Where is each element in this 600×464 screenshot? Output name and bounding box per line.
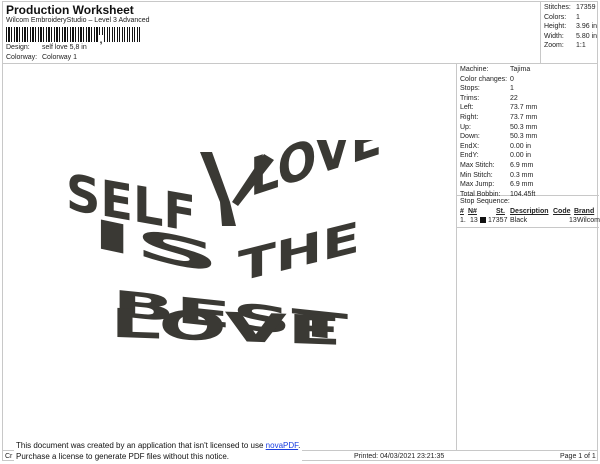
- detail-label: Total Bobbin:: [460, 190, 501, 198]
- detail-label: Max Jump:: [460, 181, 495, 189]
- detail-value: Tajima: [510, 66, 531, 73]
- divider: [457, 227, 599, 228]
- barcode-part2: [104, 27, 140, 42]
- detail-label: Stops:: [460, 85, 480, 93]
- detail-value: 104.45ft: [510, 190, 536, 198]
- detail-value: 0.3 mm: [510, 171, 534, 179]
- detail-value: 1: [510, 85, 514, 93]
- row-needle: 13: [470, 217, 478, 224]
- word-love-bottom: LOVE: [110, 301, 342, 355]
- color-swatch: [480, 217, 486, 223]
- detail-label: Min Stitch:: [460, 171, 493, 179]
- stat-value: 1: [576, 13, 580, 21]
- row-description: Black: [510, 217, 528, 224]
- row-brand: Wilcom: [577, 217, 600, 224]
- detail-value: 73.7 mm: [510, 114, 538, 121]
- stat-label: Stitches:: [544, 4, 571, 11]
- detail-value: 0.00 in: [510, 142, 532, 150]
- col-num: #: [460, 208, 464, 215]
- row-code: 13: [569, 217, 577, 224]
- stop-sequence-title: Stop Sequence:: [460, 198, 510, 205]
- detail-value: 0: [510, 75, 514, 83]
- detail-label: Trims:: [460, 94, 480, 102]
- detail-label: Machine:: [460, 66, 489, 73]
- notice-line2: Purchase a license to generate PDF files…: [16, 452, 229, 461]
- stat-label: Width:: [544, 32, 564, 40]
- col-brand: Brand: [574, 208, 595, 215]
- stats-box: Stitches: 17359 Colors: 1 Height: 3.96 in Widt…: [540, 1, 598, 64]
- header: Production Worksheet Wilcom EmbroiderySt…: [2, 1, 598, 64]
- stat-value: 3.96 in: [576, 23, 598, 31]
- word-the: THE: [238, 213, 360, 293]
- design-field: Design: self love 5,8 in: [6, 44, 87, 51]
- detail-value: 22: [510, 94, 518, 102]
- detail-label: EndX:: [460, 142, 480, 150]
- word-love-top: LOVE: [250, 140, 382, 209]
- row-stitches: 17357: [488, 217, 508, 224]
- stat-label: Height:: [544, 23, 567, 31]
- detail-label: Right:: [460, 114, 479, 121]
- stat-value: 17359: [576, 4, 596, 11]
- colorway-label: Colorway:: [6, 54, 38, 61]
- detail-value: 6.9 mm: [510, 162, 534, 169]
- detail-value: 50.3 mm: [510, 133, 538, 141]
- detail-value: 73.7 mm: [510, 104, 538, 112]
- page-title: Production Worksheet: [6, 3, 134, 17]
- colorway-field: Colorway: Colorway 1: [6, 54, 77, 61]
- col-description: Description: [510, 208, 549, 215]
- notice-period: .: [298, 441, 301, 450]
- stat-value: 1:1: [576, 42, 586, 50]
- row-num: 1.: [460, 217, 466, 224]
- app-name: Wilcom EmbroideryStudio – Level 3 Advanc…: [6, 17, 150, 24]
- detail-value: 6.9 mm: [510, 181, 534, 189]
- notice-line1: This document was created by an applicat…: [16, 441, 266, 450]
- detail-label: Color changes:: [460, 75, 508, 83]
- stat-label: Zoom:: [544, 42, 564, 50]
- butterfly-antenna-left: [200, 152, 236, 226]
- col-code: Code: [553, 208, 571, 215]
- embroidery-design-preview: SELF LOVE IS THE BEST LOVE: [66, 140, 382, 355]
- printed-timestamp: Printed: 04/03/2021 23:21:35: [354, 453, 445, 460]
- design-value: self love 5,8 in: [42, 44, 87, 51]
- detail-label: Up:: [460, 123, 471, 131]
- detail-value: 0.00 in: [510, 152, 532, 160]
- detail-label: Max Stitch:: [460, 162, 495, 169]
- stat-label: Colors:: [544, 13, 567, 21]
- page-number: Page 1 of 1: [560, 453, 596, 460]
- detail-label: EndY:: [460, 152, 479, 160]
- license-notice: This document was created by an applicat…: [14, 440, 303, 462]
- detail-value: 50.3 mm: [510, 123, 538, 131]
- col-stitches: St.: [496, 208, 505, 215]
- design-label: Design:: [6, 44, 30, 51]
- detail-label: Left:: [460, 104, 474, 112]
- footer-left: Cr: [5, 453, 13, 460]
- novapdf-link[interactable]: novaPDF: [266, 441, 298, 450]
- stat-value: 5.80 in: [576, 32, 598, 40]
- col-needle: N#: [468, 208, 477, 215]
- details-panel: Stop Sequence: # N# St. Description Code…: [456, 64, 600, 450]
- detail-label: Down:: [460, 133, 480, 141]
- colorway-value: Colorway 1: [42, 54, 78, 61]
